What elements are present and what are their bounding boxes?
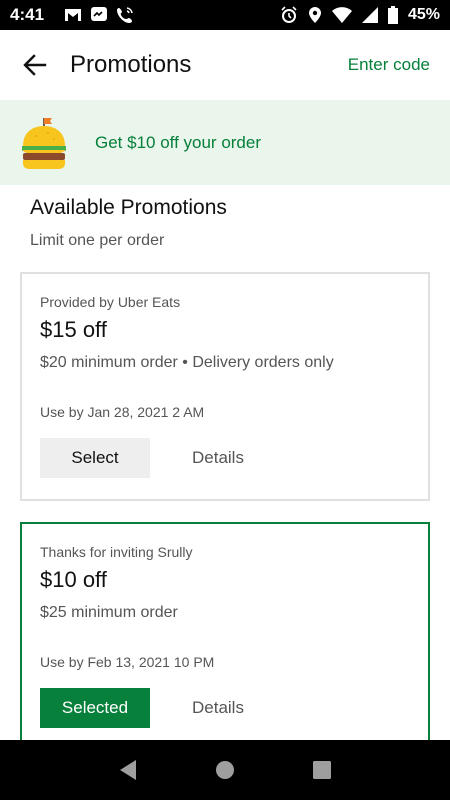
- gmail-icon: [64, 8, 82, 22]
- location-icon: [308, 6, 322, 24]
- burger-icon: [20, 116, 68, 170]
- details-button[interactable]: Details: [192, 698, 244, 718]
- promo-banner: Get $10 off your order: [0, 100, 450, 185]
- promo-amount: $15 off: [40, 317, 107, 342]
- battery-icon: [387, 6, 398, 24]
- wifi-icon: [331, 7, 352, 23]
- nav-back-icon: [120, 760, 137, 780]
- nav-recents-icon: [312, 761, 331, 779]
- available-promotions-section: Available Promotions Limit one per order: [30, 196, 227, 250]
- promo-provider: Provided by Uber Eats: [40, 294, 181, 310]
- promo-actions: Select Details: [40, 438, 410, 478]
- nav-home-button[interactable]: [210, 755, 240, 785]
- promo-provider: Thanks for inviting Srully: [40, 544, 193, 560]
- section-subtitle: Limit one per order: [30, 232, 165, 249]
- promo-actions: Selected Details: [40, 688, 410, 728]
- promo-amount: $10 off: [40, 567, 107, 592]
- page-title: Promotions: [70, 51, 192, 78]
- promo-card-selected[interactable]: Thanks for inviting Srully $10 off $25 m…: [20, 522, 430, 762]
- banner-text[interactable]: Get $10 off your order: [95, 133, 261, 153]
- promo-terms: $25 minimum order: [40, 604, 178, 621]
- back-button[interactable]: [20, 50, 50, 80]
- app-header: Promotions Enter code: [0, 30, 450, 100]
- back-arrow-icon: [23, 54, 47, 76]
- status-right: 45%: [280, 6, 440, 24]
- system-nav-bar: [0, 740, 450, 800]
- status-left: 4:41: [10, 5, 134, 25]
- promo-expiry: Use by Feb 13, 2021 10 PM: [40, 654, 215, 670]
- promo-expiry: Use by Jan 28, 2021 2 AM: [40, 404, 205, 420]
- status-time: 4:41: [10, 5, 45, 24]
- details-button[interactable]: Details: [192, 448, 244, 468]
- messenger-icon: [90, 6, 108, 24]
- select-button[interactable]: Select: [40, 438, 150, 478]
- section-title: Available Promotions: [30, 196, 227, 219]
- alarm-icon: [280, 6, 298, 24]
- status-bar: 4:41 45%: [0, 0, 450, 30]
- promo-card[interactable]: Provided by Uber Eats $15 off $20 minimu…: [20, 272, 430, 501]
- battery-percent: 45%: [407, 6, 440, 23]
- signal-icon: [361, 7, 378, 23]
- nav-back-button[interactable]: [113, 755, 143, 785]
- promo-terms: $20 minimum order • Delivery orders only: [40, 354, 334, 371]
- wifi-call-icon: [116, 6, 134, 24]
- nav-recents-button[interactable]: [307, 755, 337, 785]
- nav-home-icon: [215, 761, 234, 779]
- enter-code-button[interactable]: Enter code: [348, 55, 430, 75]
- selected-button[interactable]: Selected: [40, 688, 150, 728]
